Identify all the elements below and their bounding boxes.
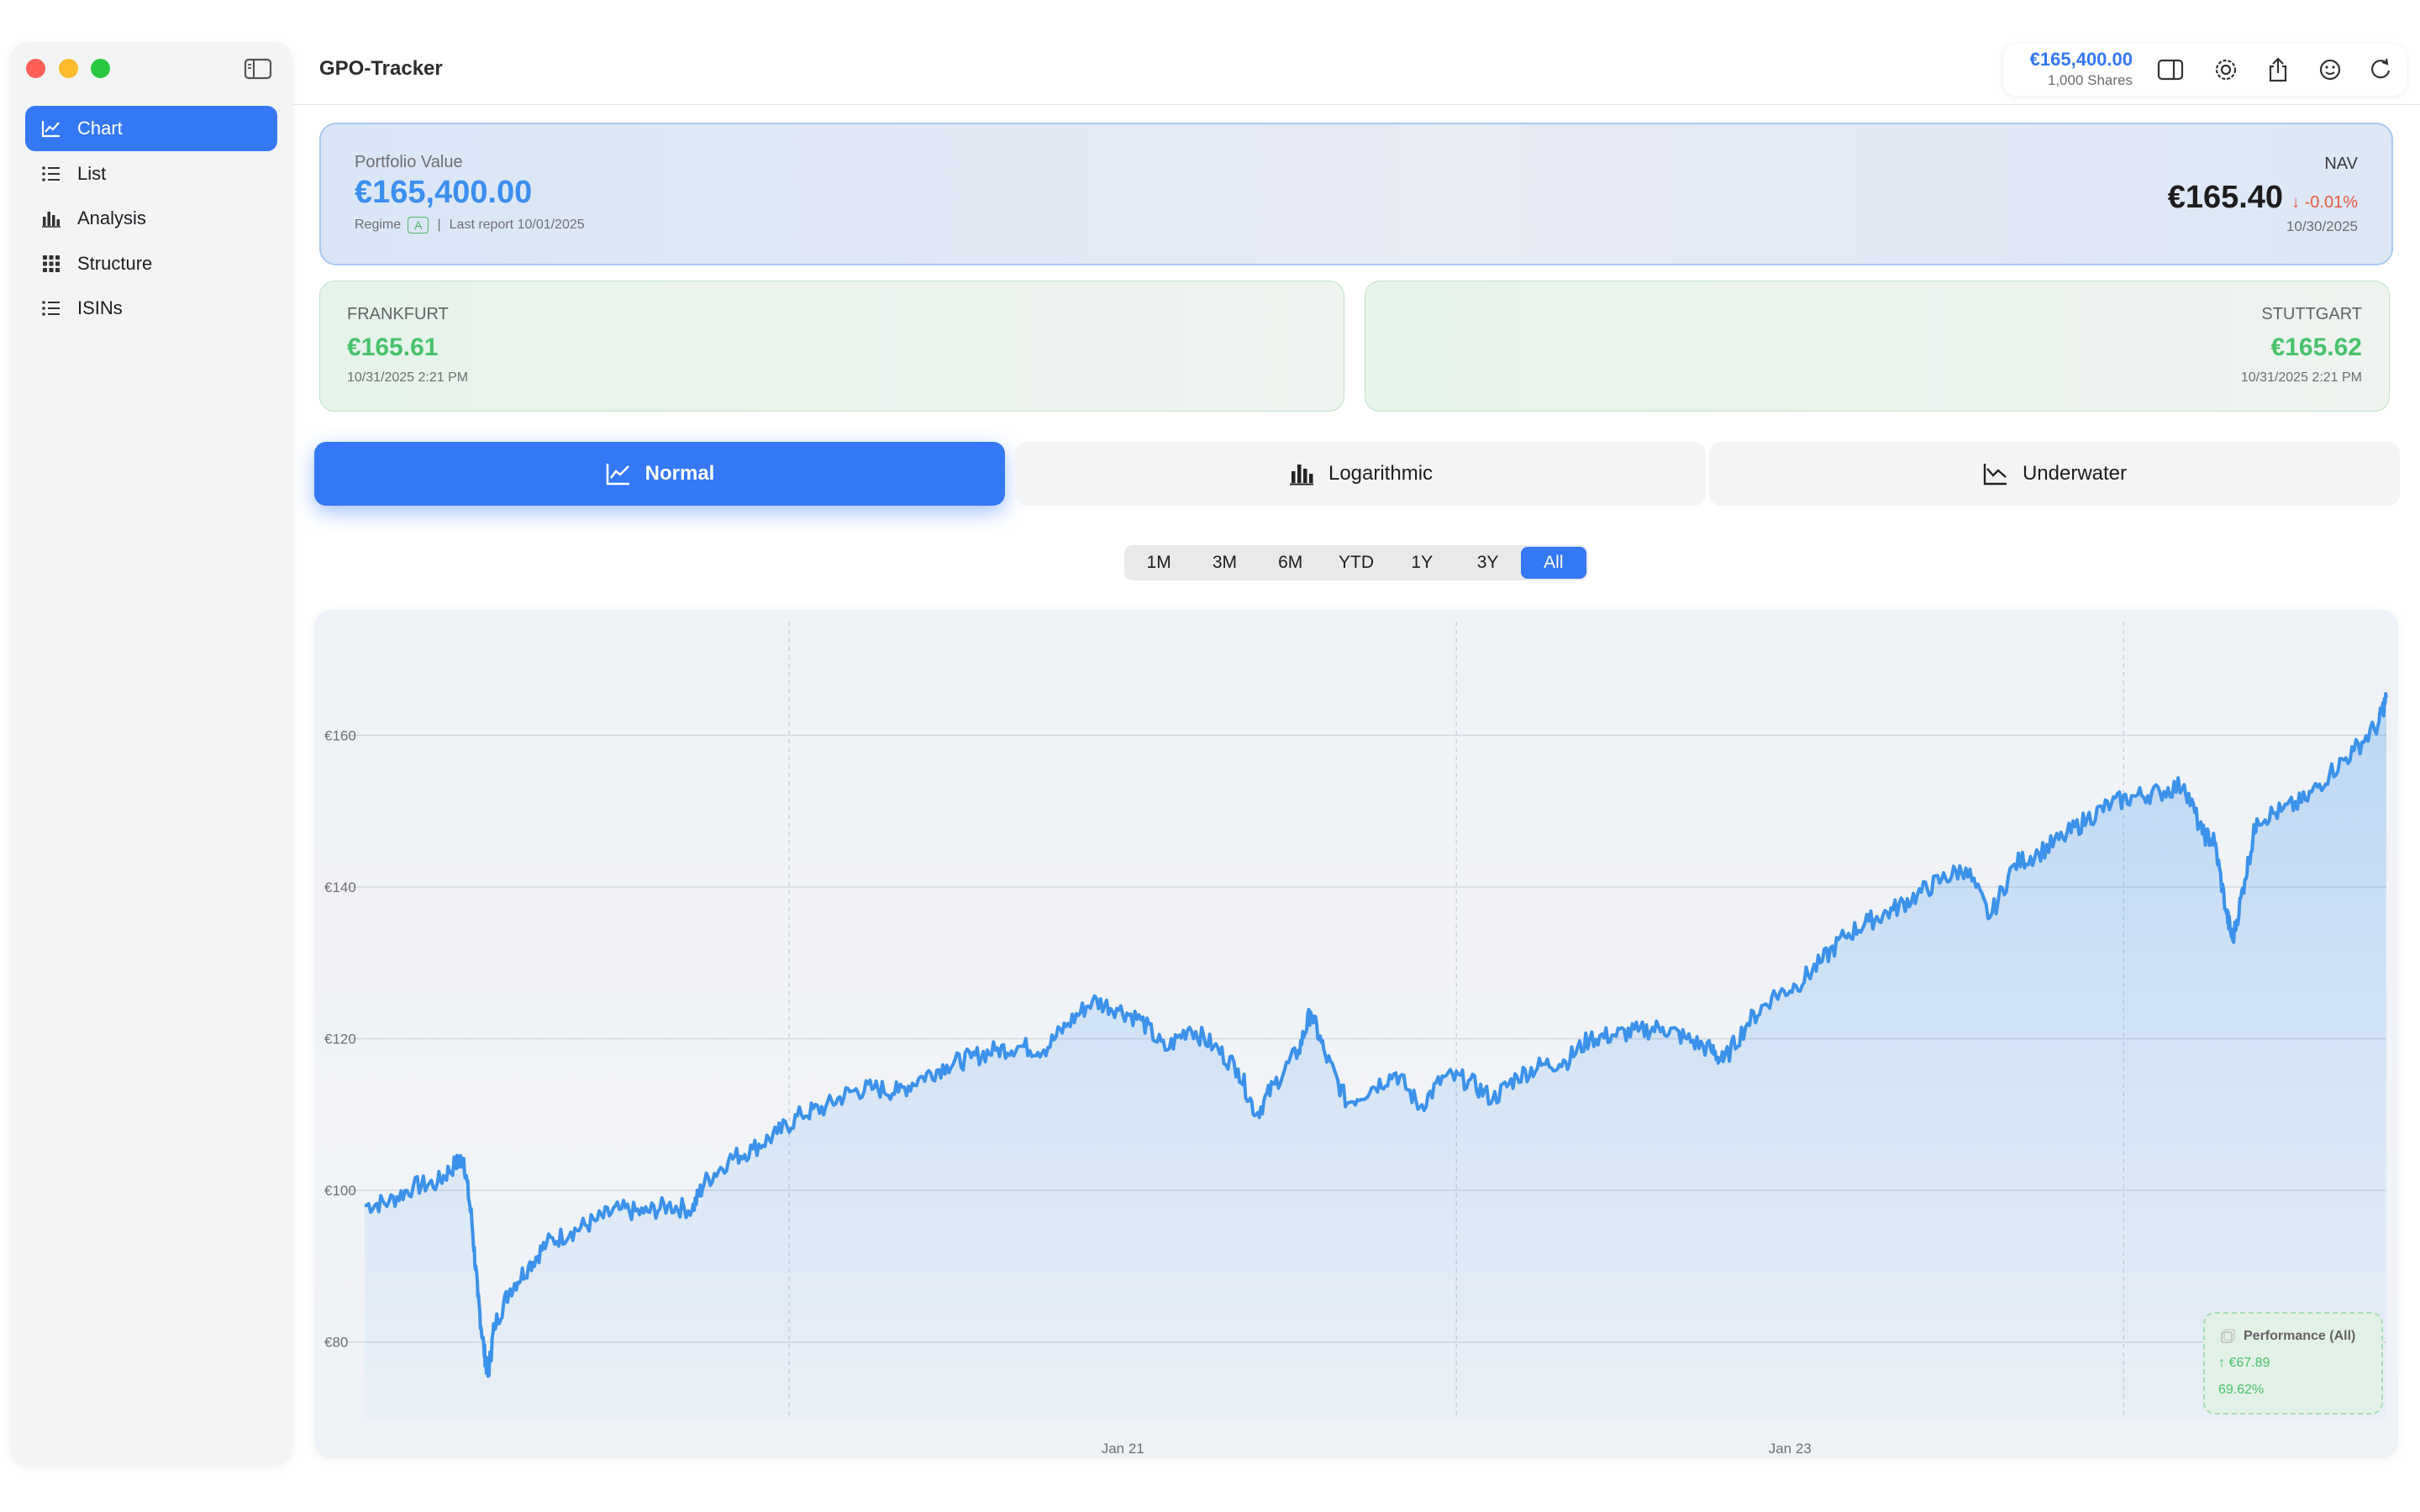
time-range-selector: 1M 3M 6M YTD 1Y 3Y All bbox=[1124, 545, 1588, 580]
exchange-card-frankfurt: FRANKFURT €165.61 10/31/2025 2:21 PM bbox=[319, 281, 1344, 412]
x-tick-label: Jan 23 bbox=[1769, 1441, 1812, 1457]
sidebar-item-label: List bbox=[77, 163, 107, 184]
portfolio-value-label: Portfolio Value bbox=[355, 153, 463, 171]
area-chart-icon bbox=[1982, 461, 2009, 486]
mode-normal-button[interactable]: Normal bbox=[314, 442, 1005, 506]
toolbar-portfolio-value: €165,400.00 bbox=[2029, 49, 2133, 70]
app-title: GPO-Tracker bbox=[319, 57, 443, 80]
mode-label: Normal bbox=[644, 462, 715, 485]
sidebar-item-label: Chart bbox=[77, 118, 123, 139]
toolbar-shares: 1,000 Shares bbox=[2047, 72, 2133, 88]
grid-icon bbox=[40, 253, 62, 275]
range-ytd[interactable]: YTD bbox=[1323, 547, 1389, 579]
portfolio-meta: Regime A | Last report 10/01/2025 bbox=[355, 217, 585, 234]
y-tick-label: €80 bbox=[324, 1335, 348, 1351]
nav-date: 10/30/2025 bbox=[2286, 218, 2358, 234]
range-6m[interactable]: 6M bbox=[1258, 547, 1323, 579]
y-tick-label: €140 bbox=[324, 879, 356, 895]
range-1m[interactable]: 1M bbox=[1126, 547, 1192, 579]
exchange-price: €165.61 bbox=[347, 333, 439, 361]
last-report: Last report 10/01/2025 bbox=[449, 218, 585, 232]
exchange-name: FRANKFURT bbox=[347, 305, 449, 323]
list-icon bbox=[40, 297, 62, 319]
exchange-name: STUTTGART bbox=[2261, 305, 2362, 323]
bar-chart-icon bbox=[40, 207, 62, 229]
bar-chart-icon bbox=[1288, 461, 1315, 486]
sidebar-item-label: Analysis bbox=[77, 207, 146, 228]
exchange-price: €165.62 bbox=[2270, 333, 2362, 361]
performance-title: Performance (All) bbox=[2244, 1329, 2356, 1343]
nav-change: ↓ -0.01% bbox=[2291, 193, 2358, 212]
mode-logarithmic-button[interactable]: Logarithmic bbox=[1015, 442, 1706, 506]
mode-label: Underwater bbox=[2022, 462, 2128, 485]
regime-badge: A bbox=[408, 217, 429, 234]
performance-percent: 69.62% bbox=[2218, 1383, 2265, 1397]
smiley-icon[interactable] bbox=[2316, 55, 2344, 84]
exchange-time: 10/31/2025 2:21 PM bbox=[347, 370, 469, 385]
sidebar-item-structure[interactable]: Structure bbox=[25, 241, 277, 286]
zoom-window-button[interactable] bbox=[91, 59, 110, 78]
range-3y[interactable]: 3Y bbox=[1455, 547, 1520, 579]
line-chart-icon bbox=[605, 461, 632, 486]
app-window: Chart List Analysis Structure ISINs GPO-… bbox=[0, 0, 2420, 1480]
mode-underwater-button[interactable]: Underwater bbox=[1709, 442, 2400, 506]
sidebar-item-chart[interactable]: Chart bbox=[25, 106, 277, 151]
range-3m[interactable]: 3M bbox=[1192, 547, 1257, 579]
performance-badge: Performance (All) ↑ €67.89 69.62% bbox=[2203, 1312, 2383, 1415]
list-icon bbox=[40, 163, 62, 185]
x-tick-label: Jan 21 bbox=[1102, 1441, 1144, 1457]
toolbar-divider bbox=[292, 104, 2420, 105]
range-all[interactable]: All bbox=[1520, 547, 1586, 579]
chart-icon bbox=[2220, 1329, 2237, 1346]
performance-absolute: ↑ €67.89 bbox=[2218, 1356, 2270, 1370]
refresh-icon[interactable] bbox=[2366, 55, 2395, 84]
minimize-window-button[interactable] bbox=[59, 59, 78, 78]
close-window-button[interactable] bbox=[26, 59, 45, 78]
portfolio-summary-card: Portfolio Value €165,400.00 Regime A | L… bbox=[319, 123, 2393, 265]
meta-separator: | bbox=[437, 218, 441, 232]
range-1y[interactable]: 1Y bbox=[1389, 547, 1455, 579]
exchange-card-stuttgart: STUTTGART €165.62 10/31/2025 2:21 PM bbox=[1365, 281, 2390, 412]
sidebar-item-isins[interactable]: ISINs bbox=[25, 286, 277, 331]
nav-price: €165.40 bbox=[2167, 180, 2284, 215]
sidebar-item-list[interactable]: List bbox=[25, 151, 277, 197]
regime-label: Regime bbox=[355, 218, 402, 232]
sidebar-toggle-icon[interactable] bbox=[244, 58, 272, 80]
settings-icon[interactable] bbox=[2212, 55, 2240, 84]
sidebar-item-label: ISINs bbox=[77, 297, 123, 318]
chart-area-fill bbox=[365, 693, 2386, 1418]
y-tick-label: €160 bbox=[324, 727, 356, 743]
exchange-time: 10/31/2025 2:21 PM bbox=[2240, 370, 2362, 385]
sidebar-right-icon[interactable] bbox=[2156, 55, 2185, 84]
sidebar-item-analysis[interactable]: Analysis bbox=[25, 196, 277, 241]
mode-label: Logarithmic bbox=[1328, 462, 1434, 485]
sidebar-item-label: Structure bbox=[77, 253, 153, 274]
y-tick-label: €120 bbox=[324, 1032, 356, 1047]
chart-canvas: €80 €100 €120 €140 €160 Jan 21 Jan 23 bbox=[324, 622, 2388, 1457]
y-tick-label: €100 bbox=[324, 1183, 356, 1199]
share-icon[interactable] bbox=[2264, 55, 2292, 84]
nav-row: €165.40 ↓ -0.01% bbox=[2168, 180, 2358, 216]
nav-label: NAV bbox=[2324, 155, 2358, 173]
line-chart-icon bbox=[40, 118, 62, 139]
portfolio-value: €165,400.00 bbox=[355, 175, 533, 210]
price-chart[interactable]: €80 €100 €120 €140 €160 Jan 21 Jan 23 bbox=[314, 610, 2398, 1458]
